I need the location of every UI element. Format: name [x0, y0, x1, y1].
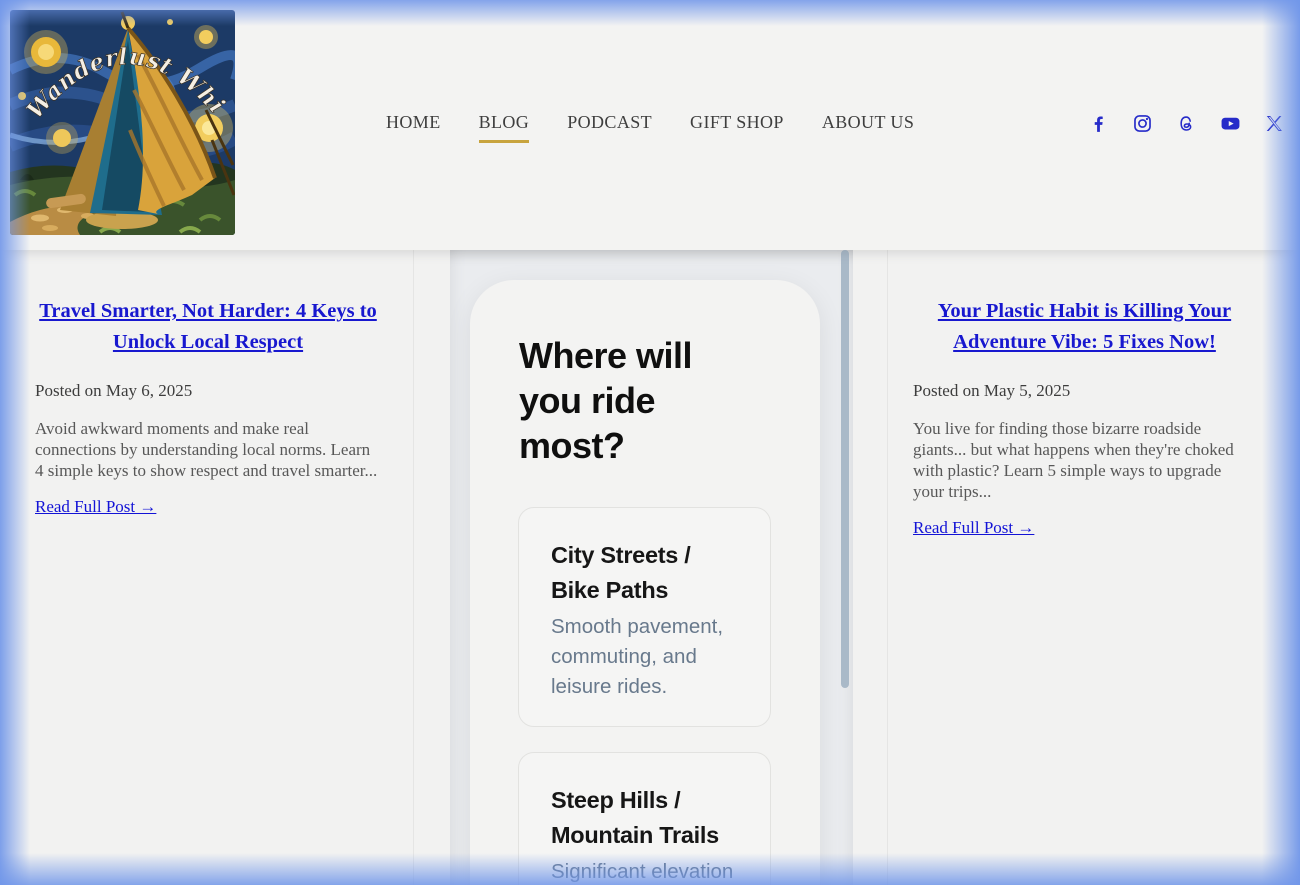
poll-embed-frame: Where will you ride most? City Streets /…: [450, 250, 853, 885]
poll-option-title: Steep Hills / Mountain Trails: [551, 783, 738, 853]
site-logo[interactable]: Wanderlust Whisperz: [10, 10, 235, 235]
instagram-icon[interactable]: [1132, 113, 1153, 134]
nav-item-about-us[interactable]: ABOUT US: [822, 112, 914, 140]
blog-post-card: Travel Smarter, Not Harder: 4 Keys to Un…: [35, 296, 381, 517]
site-header: Wanderlust Whisperz HOME BLOG PODCAST GI…: [0, 0, 1300, 250]
poll-option-city-streets[interactable]: City Streets / Bike Paths Smooth pavemen…: [518, 507, 771, 727]
social-links: [1088, 113, 1285, 134]
post-date: Posted on May 6, 2025: [35, 381, 381, 401]
column-divider-left: [413, 250, 414, 885]
post-excerpt: Avoid awkward moments and make real conn…: [35, 418, 381, 481]
post-title-link[interactable]: Your Plastic Habit is Killing Your Adven…: [913, 296, 1256, 358]
poll-option-description: Significant elevation: [551, 857, 738, 885]
post-date: Posted on May 5, 2025: [913, 381, 1256, 401]
nav-item-blog[interactable]: BLOG: [479, 112, 530, 143]
poll-widget-card: Where will you ride most? City Streets /…: [470, 280, 820, 885]
threads-icon[interactable]: [1176, 113, 1197, 134]
youtube-icon[interactable]: [1220, 113, 1241, 134]
nav-item-podcast[interactable]: PODCAST: [567, 112, 652, 140]
page: Wanderlust Whisperz HOME BLOG PODCAST GI…: [0, 0, 1300, 885]
poll-option-title: City Streets / Bike Paths: [551, 538, 738, 608]
content-area: Travel Smarter, Not Harder: 4 Keys to Un…: [0, 250, 1300, 885]
nav-item-gift-shop[interactable]: GIFT SHOP: [690, 112, 784, 140]
x-twitter-icon[interactable]: [1264, 113, 1285, 134]
read-full-post-link[interactable]: Read Full Post →: [35, 497, 156, 517]
post-excerpt: You live for finding those bizarre roads…: [913, 418, 1256, 502]
blog-post-card: Your Plastic Habit is Killing Your Adven…: [913, 296, 1256, 538]
main-nav: HOME BLOG PODCAST GIFT SHOP ABOUT US: [386, 112, 914, 143]
nav-item-home[interactable]: HOME: [386, 112, 441, 140]
poll-option-steep-hills[interactable]: Steep Hills / Mountain Trails Significan…: [518, 752, 771, 885]
post-title-link[interactable]: Travel Smarter, Not Harder: 4 Keys to Un…: [35, 296, 381, 358]
embed-scrollbar-thumb[interactable]: [841, 250, 849, 688]
read-full-post-link[interactable]: Read Full Post →: [913, 518, 1034, 538]
column-divider-right: [887, 250, 888, 885]
poll-question: Where will you ride most?: [519, 333, 754, 468]
facebook-icon[interactable]: [1088, 113, 1109, 134]
poll-option-description: Smooth pavement, commuting, and leisure …: [551, 612, 738, 702]
logo-artwork-icon: Wanderlust Whisperz: [10, 10, 235, 235]
